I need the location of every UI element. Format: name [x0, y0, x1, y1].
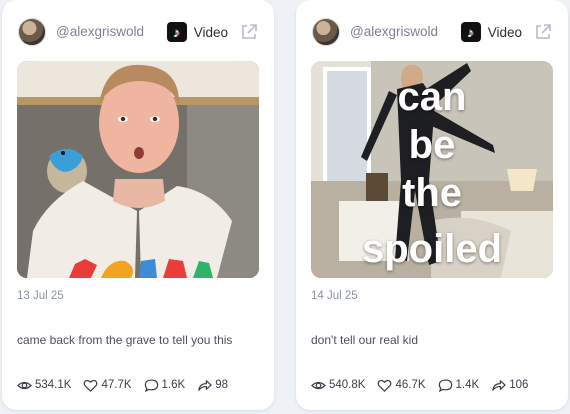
views-stat: 534.1K — [17, 378, 71, 393]
comments-stat: 1.6K — [144, 378, 186, 393]
tiktok-icon: ♪ — [460, 22, 481, 42]
eye-icon — [17, 381, 32, 389]
author-handle[interactable]: @alexgriswold — [350, 24, 438, 39]
external-link-icon[interactable] — [534, 23, 552, 41]
comment-icon — [438, 378, 452, 392]
engagement-stats: 534.1K 47.7K 1.6K 98 — [17, 377, 240, 393]
avatar[interactable] — [18, 18, 46, 46]
video-thumbnail[interactable]: can be the spoiled — [311, 61, 553, 278]
likes-count: 46.7K — [395, 379, 426, 391]
comments-stat: 1.4K — [438, 378, 480, 393]
share-icon — [492, 379, 506, 391]
comment-icon — [144, 378, 158, 392]
shares-count: 106 — [509, 379, 529, 391]
post-caption: don't tell our real kid — [311, 333, 419, 347]
author-handle[interactable]: @alexgriswold — [56, 24, 144, 39]
post-type-label: Video — [193, 24, 228, 40]
avatar[interactable] — [312, 18, 340, 46]
platform-info: ♪ Video — [166, 20, 258, 44]
engagement-stats: 540.8K 46.7K 1.4K 106 — [311, 377, 540, 393]
likes-stat: 47.7K — [83, 378, 132, 393]
tiktok-icon: ♪ — [166, 22, 187, 42]
likes-stat: 46.7K — [377, 378, 426, 393]
post-caption: came back from the grave to tell you thi… — [17, 333, 233, 347]
post-date: 14 Jul 25 — [311, 290, 358, 302]
eye-icon — [311, 381, 326, 389]
platform-info: ♪ Video — [460, 20, 552, 44]
shares-stat: 106 — [491, 378, 528, 393]
card-header: @alexgriswold ♪ Video — [18, 18, 258, 46]
views-count: 534.1K — [35, 379, 72, 391]
comments-count: 1.4K — [455, 379, 480, 391]
card-header: @alexgriswold ♪ Video — [312, 18, 552, 46]
external-link-icon[interactable] — [240, 23, 258, 41]
overlay-text-line: be — [408, 123, 456, 167]
shares-count: 98 — [215, 379, 228, 391]
overlay-text-line: spoiled — [361, 227, 503, 271]
video-thumbnail[interactable] — [17, 61, 259, 278]
post-card[interactable]: @alexgriswold ♪ Video can be the spoiled… — [296, 0, 568, 410]
views-stat: 540.8K — [311, 378, 365, 393]
overlay-text-line: can — [397, 75, 467, 119]
post-date: 13 Jul 25 — [17, 290, 64, 302]
comments-count: 1.6K — [161, 379, 186, 391]
likes-count: 47.7K — [101, 379, 132, 391]
overlay-text-line: the — [402, 171, 462, 215]
post-type-label: Video — [487, 24, 522, 40]
heart-icon — [378, 379, 392, 392]
shares-stat: 98 — [197, 378, 228, 393]
share-icon — [198, 379, 212, 391]
heart-icon — [84, 379, 98, 392]
post-card[interactable]: @alexgriswold ♪ Video 13 Jul 25 came bac… — [2, 0, 274, 410]
views-count: 540.8K — [329, 379, 366, 391]
